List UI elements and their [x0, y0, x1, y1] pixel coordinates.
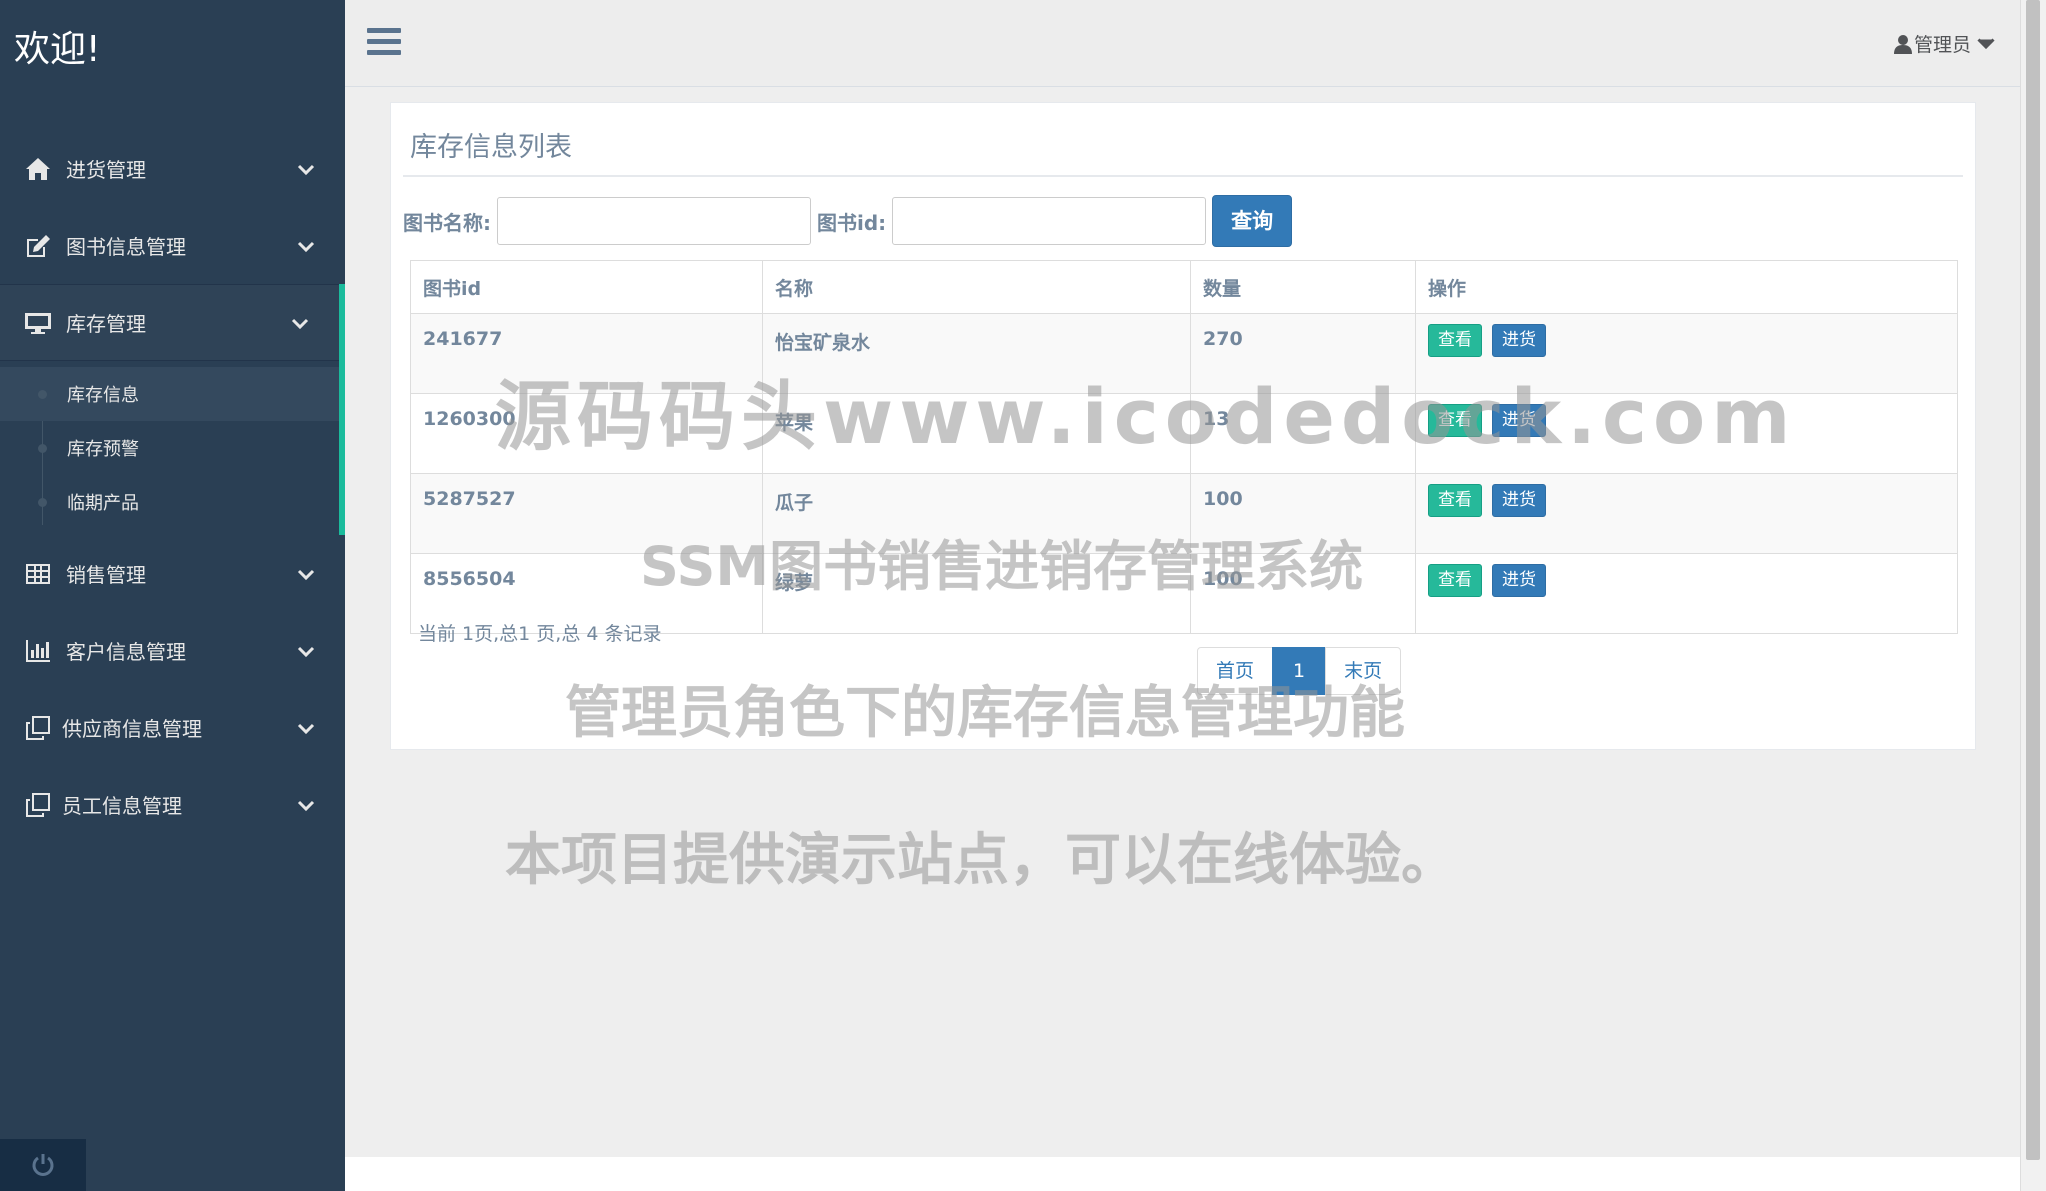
last-page-link[interactable]: 末页: [1325, 647, 1402, 695]
search-button[interactable]: 查询: [1212, 195, 1293, 247]
sidebar-item-label: 供应商信息管理: [62, 717, 202, 741]
cell-book-id: 5287527: [410, 473, 763, 554]
sidebar-subitem-expiring-products[interactable]: 临期产品: [0, 475, 339, 529]
cell-name: 怡宝矿泉水: [762, 313, 1191, 394]
edit-icon: [20, 232, 56, 260]
inventory-submenu: 库存信息 库存预警 临期产品: [0, 361, 345, 535]
inventory-panel: 库存信息列表 图书名称: 图书id: 查询 图书id 名称 数量 操作 2416…: [390, 102, 1976, 750]
scrollbar-thumb[interactable]: [2026, 0, 2040, 1160]
divider: [403, 175, 1963, 177]
restock-button[interactable]: 进货: [1492, 564, 1546, 597]
bullet-icon: [38, 498, 47, 507]
sidebar-item-employees[interactable]: 员工信息管理: [0, 766, 345, 843]
menu-toggle-icon[interactable]: [367, 28, 401, 58]
page-info: 当前 1页,总1 页,总 4 条记录: [418, 623, 662, 645]
power-icon: [32, 1154, 54, 1176]
book-id-input[interactable]: [892, 197, 1207, 245]
table-icon: [20, 560, 56, 588]
cell-actions: 查看 进货: [1415, 553, 1958, 634]
desktop-icon: [20, 309, 56, 337]
book-id-label: 图书id:: [817, 210, 887, 235]
subitem-label: 临期产品: [67, 493, 139, 514]
table-row: 5287527 瓜子 100 查看 进货: [410, 473, 1958, 554]
chevron-down-icon: [297, 158, 317, 178]
cell-name: 苹果: [762, 393, 1191, 474]
restock-button[interactable]: 进货: [1492, 404, 1546, 437]
sidebar-item-inventory[interactable]: 库存管理: [0, 284, 345, 361]
content-bottom: [345, 1157, 2021, 1191]
header-quantity: 数量: [1190, 260, 1416, 314]
sidebar-item-sales[interactable]: 销售管理: [0, 535, 345, 612]
pagination: 首页 1 末页: [1197, 647, 1402, 695]
inventory-table: 图书id 名称 数量 操作 241677 怡宝矿泉水 270 查看 进货 1260…: [410, 260, 1958, 634]
first-page-link[interactable]: 首页: [1197, 647, 1274, 695]
cell-book-id: 241677: [410, 313, 763, 394]
sidebar-item-suppliers[interactable]: 供应商信息管理: [0, 689, 345, 766]
watermark-text: 本项目提供演示站点，可以在线体验。: [505, 828, 1457, 893]
cell-name: 瓜子: [762, 473, 1191, 554]
sidebar: 欢迎! 进货管理 图书信息管理 库存管理 库存信息 库存预警 临期产品 销售管理…: [0, 0, 345, 1191]
sidebar-item-label: 员工信息管理: [62, 794, 182, 818]
bar-chart-icon: [20, 637, 56, 665]
header-name: 名称: [762, 260, 1191, 314]
panel-title: 库存信息列表: [410, 132, 572, 163]
sidebar-item-label: 销售管理: [66, 563, 146, 587]
header-book-id: 图书id: [410, 260, 763, 314]
sidebar-subitem-inventory-info[interactable]: 库存信息: [0, 367, 339, 421]
chevron-down-icon: [291, 312, 311, 332]
view-button[interactable]: 查看: [1428, 324, 1482, 357]
table-header-row: 图书id 名称 数量 操作: [410, 260, 1958, 314]
cell-quantity: 100: [1190, 473, 1416, 554]
table-row: 241677 怡宝矿泉水 270 查看 进货: [410, 313, 1958, 394]
sidebar-item-label: 客户信息管理: [66, 640, 186, 664]
sidebar-item-customers[interactable]: 客户信息管理: [0, 612, 345, 689]
chevron-down-icon: [1977, 37, 1995, 49]
clone-icon: [20, 791, 56, 819]
chevron-down-icon: [297, 563, 317, 583]
book-name-label: 图书名称:: [403, 210, 491, 235]
table-row: 1260300 苹果 13 查看 进货: [410, 393, 1958, 474]
cell-book-id: 1260300: [410, 393, 763, 474]
book-name-input[interactable]: [497, 197, 811, 245]
view-button[interactable]: 查看: [1428, 404, 1482, 437]
chevron-down-icon: [297, 794, 317, 814]
chevron-down-icon: [297, 717, 317, 737]
cell-quantity: 13: [1190, 393, 1416, 474]
cell-name: 绿萝: [762, 553, 1191, 634]
sidebar-subitem-inventory-warning[interactable]: 库存预警: [0, 421, 339, 475]
restock-button[interactable]: 进货: [1492, 324, 1546, 357]
chevron-down-icon: [297, 235, 317, 255]
cell-actions: 查看 进货: [1415, 313, 1958, 394]
view-button[interactable]: 查看: [1428, 564, 1482, 597]
clone-icon: [20, 714, 56, 742]
sidebar-item-label: 进货管理: [66, 158, 146, 182]
sidebar-item-label: 图书信息管理: [66, 235, 186, 259]
home-icon: [20, 155, 56, 183]
user-icon: [1893, 34, 1912, 54]
cell-actions: 查看 进货: [1415, 473, 1958, 554]
bullet-icon: [38, 390, 47, 399]
user-name: 管理员: [1913, 34, 1971, 56]
side-menu: 进货管理 图书信息管理 库存管理 库存信息 库存预警 临期产品 销售管理 客户信…: [0, 130, 345, 843]
top-nav: 管理员: [345, 0, 2021, 87]
current-page-link[interactable]: 1: [1272, 647, 1327, 695]
restock-button[interactable]: 进货: [1492, 484, 1546, 517]
subitem-label: 库存信息: [67, 385, 139, 406]
scrollbar[interactable]: [2020, 0, 2046, 1191]
header-actions: 操作: [1415, 260, 1958, 314]
sidebar-item-label: 库存管理: [66, 312, 146, 336]
chevron-down-icon: [297, 640, 317, 660]
user-menu[interactable]: 管理员: [1893, 30, 1997, 57]
cell-quantity: 270: [1190, 313, 1416, 394]
cell-actions: 查看 进货: [1415, 393, 1958, 474]
logout-button[interactable]: [0, 1139, 86, 1191]
cell-quantity: 100: [1190, 553, 1416, 634]
subitem-label: 库存预警: [67, 439, 139, 460]
view-button[interactable]: 查看: [1428, 484, 1482, 517]
bullet-icon: [38, 444, 47, 453]
brand-title: 欢迎!: [14, 29, 101, 70]
search-form: 图书名称: 图书id: 查询: [403, 195, 1293, 247]
sidebar-item-purchase[interactable]: 进货管理: [0, 130, 345, 207]
sidebar-item-books[interactable]: 图书信息管理: [0, 207, 345, 284]
